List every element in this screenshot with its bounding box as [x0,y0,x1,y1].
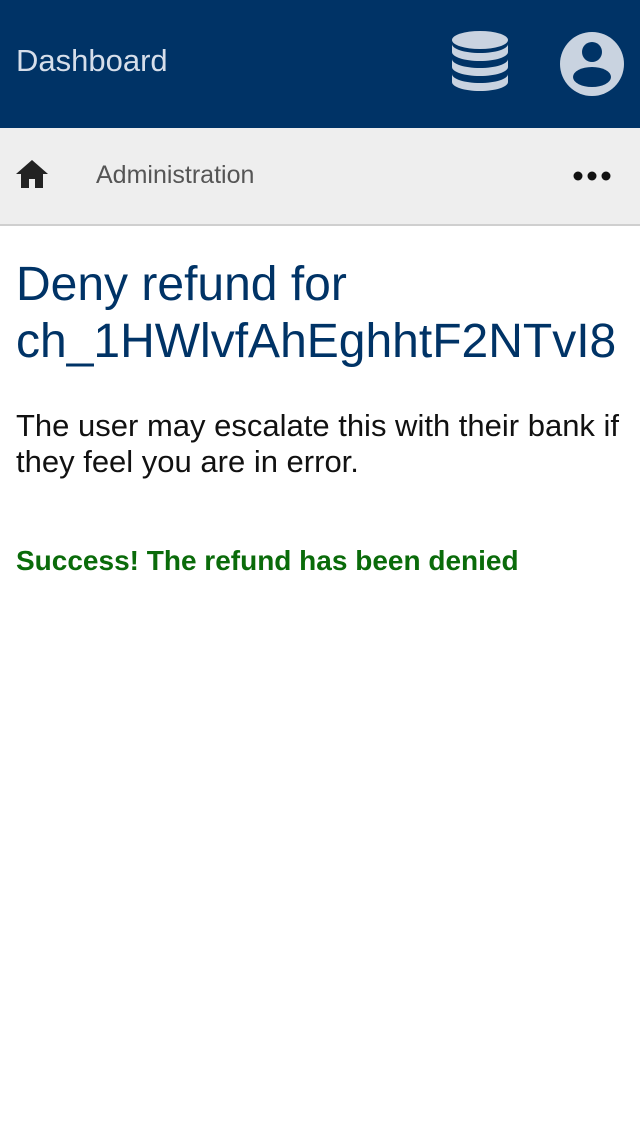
user-account-icon[interactable] [558,30,626,98]
page-title-line1: Deny refund for [16,258,347,311]
main-content: Deny refund for ch_1HWlvfAhEghhtF2NTvI8 … [16,256,640,578]
database-icon[interactable] [448,30,512,98]
escalation-note: The user may escalate this with their ba… [16,408,620,479]
top-app-bar: Dashboard [0,0,640,128]
success-message: Success! The refund has been denied [16,545,519,576]
charge-id: ch_1HWlvfAhEghhtF2NTvI8 [16,315,617,368]
more-horizontal-icon[interactable] [572,164,612,188]
breadcrumb-bar: Administration [0,128,640,226]
breadcrumb-administration[interactable]: Administration [96,159,254,191]
page-title: Deny refund for ch_1HWlvfAhEghhtF2NTvI8 [16,256,640,370]
home-icon[interactable] [14,158,50,190]
dashboard-link[interactable]: Dashboard [16,42,168,80]
